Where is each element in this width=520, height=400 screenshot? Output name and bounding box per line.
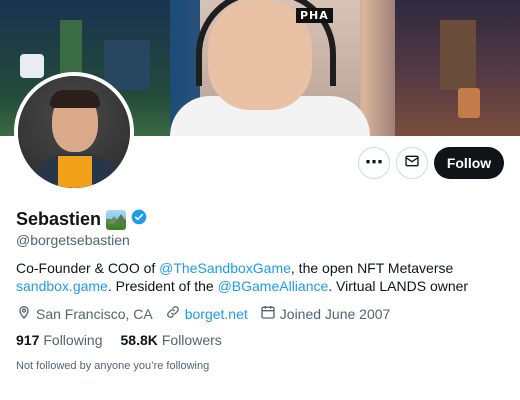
profile-handle: @borgetsebastien <box>16 232 130 248</box>
website-item[interactable]: borget.net <box>165 304 248 323</box>
avatar-shirt <box>58 156 92 188</box>
mention-link-bgamealliance[interactable]: @BGameAlliance <box>218 278 329 294</box>
location-item: San Francisco, CA <box>16 304 153 323</box>
mail-icon <box>404 153 420 174</box>
profile-counts: 917 Following 58.8K Followers <box>16 332 240 348</box>
banner-voxel-character <box>20 54 44 78</box>
banner-voxel-avatar <box>458 88 480 118</box>
location-text: San Francisco, CA <box>36 305 153 322</box>
link-icon <box>165 304 181 323</box>
bio-text: . President of the <box>107 278 218 294</box>
joined-text: Joined June 2007 <box>279 305 391 322</box>
banner-voxel-tree <box>60 20 82 80</box>
bio-text: , the open NFT Metaverse <box>290 260 454 276</box>
bio-text: Co-Founder & COO of <box>16 260 160 276</box>
bio-text: . Virtual LANDS owner <box>328 278 469 294</box>
verified-badge-icon[interactable] <box>131 209 147 230</box>
banner-voxel-house <box>440 20 476 90</box>
landscape-emoji-icon <box>106 209 127 230</box>
follow-button-label: Follow <box>446 155 492 171</box>
following-count-link[interactable]: 917 Following <box>16 332 103 348</box>
message-button[interactable] <box>396 147 428 179</box>
website-link[interactable]: borget.net <box>185 306 248 322</box>
follow-button[interactable]: Follow <box>434 147 504 179</box>
location-icon <box>16 304 32 323</box>
more-icon: ⋯ <box>365 152 383 172</box>
profile-meta: San Francisco, CA borget.net Joined June… <box>16 304 402 323</box>
following-count: 917 <box>16 332 40 348</box>
profile-avatar[interactable] <box>14 72 134 192</box>
joined-item: Joined June 2007 <box>260 304 391 323</box>
followers-count-link[interactable]: 58.8K Followers <box>121 332 222 348</box>
profile-bio: Co-Founder & COO of @TheSandboxGame, the… <box>16 259 486 295</box>
bio-url-link[interactable]: sandbox.game <box>16 278 108 294</box>
followers-count: 58.8K <box>120 332 158 348</box>
avatar-hair <box>50 90 100 108</box>
banner-logo-text: PHA <box>296 8 333 23</box>
followers-label: Followers <box>161 332 222 348</box>
profile-display-name: Sebastien <box>16 209 102 229</box>
followed-by-text: Not followed by anyone you’re following <box>16 360 210 372</box>
calendar-icon <box>260 304 276 323</box>
more-options-button[interactable]: ⋯ <box>358 147 390 179</box>
mention-link-thesandboxgame[interactable]: @TheSandboxGame <box>159 260 291 276</box>
profile-name-row: Sebastien <box>16 209 147 230</box>
following-label: Following <box>43 332 103 348</box>
